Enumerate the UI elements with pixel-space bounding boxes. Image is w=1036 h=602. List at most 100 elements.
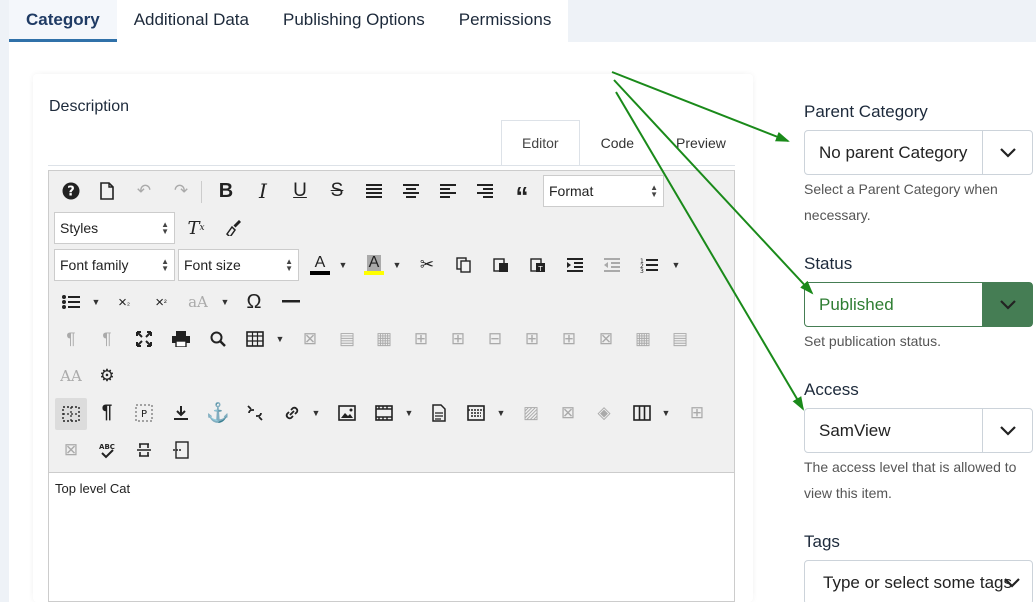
editor-content[interactable]: Top level Cat (55, 481, 130, 496)
merge-cells-icon[interactable]: ▤ (666, 325, 694, 353)
search-icon[interactable] (204, 325, 232, 353)
show-blocks-icon[interactable]: ¶ (93, 399, 121, 427)
indent-icon[interactable] (561, 251, 589, 279)
align-right-icon[interactable] (471, 177, 499, 205)
template-icon[interactable] (462, 399, 490, 427)
horizontal-rule-icon[interactable] (277, 288, 305, 316)
gear-icon[interactable]: ⚙ (93, 362, 121, 390)
table-delete-icon[interactable]: ⊠ (296, 325, 324, 353)
paste-text-icon[interactable]: T (524, 251, 552, 279)
visual-aid-icon[interactable] (55, 398, 87, 430)
underline-icon[interactable]: U (286, 177, 314, 205)
paint-format-icon[interactable] (219, 214, 247, 242)
outdent-icon[interactable] (598, 251, 626, 279)
subscript-icon[interactable]: × ₂ (110, 288, 138, 316)
text-color-icon[interactable]: A (306, 251, 334, 279)
strikethrough-icon[interactable]: S (323, 177, 351, 205)
table-row-icon[interactable]: ▤ (333, 325, 361, 353)
insert-column-before-icon[interactable]: ⊞ (518, 325, 546, 353)
caret-down-icon[interactable]: ▼ (311, 399, 321, 427)
tab-code[interactable]: Code (580, 120, 655, 166)
document-icon[interactable] (425, 399, 453, 427)
spellcheck-icon[interactable]: ABC (93, 436, 121, 464)
columns-icon[interactable] (628, 399, 656, 427)
caret-down-icon[interactable]: ▼ (338, 251, 348, 279)
cube-icon[interactable]: ◈ (590, 399, 618, 427)
format-select[interactable]: Format ▲ ▼ (543, 175, 664, 207)
caret-down-icon[interactable]: ▼ (404, 399, 414, 427)
page-break-icon[interactable] (167, 436, 195, 464)
clear-formatting-icon[interactable]: Tx (182, 214, 210, 242)
insert-column-after-icon[interactable]: ⊞ (555, 325, 583, 353)
table-cell-icon[interactable]: ▦ (370, 325, 398, 353)
delete-row-icon[interactable]: ⊟ (481, 325, 509, 353)
rtl-direction-icon[interactable]: ¶ (93, 325, 121, 353)
add-column-icon[interactable]: ⊞ (683, 399, 711, 427)
caret-down-icon[interactable]: ▼ (661, 399, 671, 427)
caret-down-icon[interactable]: ▼ (275, 325, 285, 353)
link-icon[interactable] (278, 399, 306, 427)
change-case-icon[interactable]: aA (184, 288, 212, 316)
remove-column-icon[interactable]: ⊠ (57, 436, 85, 464)
tags-input[interactable]: Type or select some tags (804, 560, 1033, 602)
italic-icon[interactable]: I (249, 177, 277, 205)
caret-down-icon[interactable]: ▼ (392, 251, 402, 279)
select-arrows-icon: ▲ ▼ (285, 257, 293, 273)
align-justify-icon[interactable] (360, 177, 388, 205)
tab-publishing-options[interactable]: Publishing Options (266, 0, 442, 42)
caret-down-icon[interactable]: ▼ (91, 288, 101, 316)
caret-down-icon[interactable]: ▼ (496, 399, 506, 427)
align-left-icon[interactable] (434, 177, 462, 205)
bold-icon[interactable]: B (212, 177, 240, 205)
superscript-icon[interactable]: × ² (147, 288, 175, 316)
blockquote-icon[interactable]: “ (508, 177, 536, 211)
tab-permissions[interactable]: Permissions (442, 0, 569, 42)
access-select[interactable]: SamView (804, 408, 1033, 453)
tab-additional-data[interactable]: Additional Data (117, 0, 266, 42)
delete-column-icon[interactable]: ⊠ (592, 325, 620, 353)
caret-down-icon[interactable]: ▼ (220, 288, 230, 316)
copy-icon[interactable] (450, 251, 478, 279)
font-style-icon[interactable]: AA (57, 362, 85, 390)
insert-row-before-icon[interactable]: ⊞ (407, 325, 435, 353)
media-icon[interactable] (370, 399, 398, 427)
paste-icon[interactable] (487, 251, 515, 279)
parent-category-select[interactable]: No parent Category (804, 130, 1033, 175)
font-size-select[interactable]: Font size ▲ ▼ (178, 249, 299, 281)
insert-icon[interactable] (167, 399, 195, 427)
font-family-select[interactable]: Font family ▲ ▼ (54, 249, 175, 281)
styles-select[interactable]: Styles ▲ ▼ (54, 212, 175, 244)
anchor-icon[interactable]: ⚓ (204, 399, 232, 427)
numbered-list-icon[interactable]: 123 (635, 251, 663, 279)
cut-icon[interactable]: ✂ (413, 251, 441, 279)
editor-toolbar: ? ↶ ↷ B I U S “ Format ▲ ▼ Styles ▲ ▼ T … (49, 171, 734, 473)
status-select[interactable]: Published (804, 282, 1033, 327)
image-icon[interactable] (333, 399, 361, 427)
svg-text:P: P (141, 409, 147, 420)
print-icon[interactable] (167, 325, 195, 353)
ltr-direction-icon[interactable]: ¶ (57, 325, 85, 353)
tab-category[interactable]: Category (9, 0, 117, 42)
special-character-icon[interactable]: Ω (240, 288, 268, 316)
fullscreen-icon[interactable] (130, 325, 158, 353)
tab-editor[interactable]: Editor (501, 120, 580, 166)
split-cells-icon[interactable]: ▦ (629, 325, 657, 353)
help-icon[interactable]: ? (57, 177, 85, 205)
table-icon[interactable] (241, 325, 269, 353)
tab-preview[interactable]: Preview (655, 120, 747, 166)
bullet-list-icon[interactable] (57, 288, 85, 316)
caret-down-icon[interactable]: ▼ (671, 251, 681, 279)
image-placeholder-icon[interactable]: ▨ (517, 399, 545, 427)
align-center-icon[interactable] (397, 177, 425, 205)
redo-icon[interactable]: ↷ (167, 177, 195, 205)
unlink-icon[interactable] (241, 399, 269, 427)
font-family-select-label: Font family (60, 257, 129, 273)
delete-box-icon[interactable]: ⊠ (554, 399, 582, 427)
nonbreaking-space-icon[interactable] (130, 436, 158, 464)
new-document-icon[interactable] (93, 177, 121, 205)
background-color-icon[interactable]: A (360, 251, 388, 279)
paragraph-block-icon[interactable]: P (130, 399, 158, 427)
undo-icon[interactable]: ↶ (130, 177, 158, 205)
insert-row-after-icon[interactable]: ⊞ (444, 325, 472, 353)
svg-text:T: T (537, 265, 543, 273)
